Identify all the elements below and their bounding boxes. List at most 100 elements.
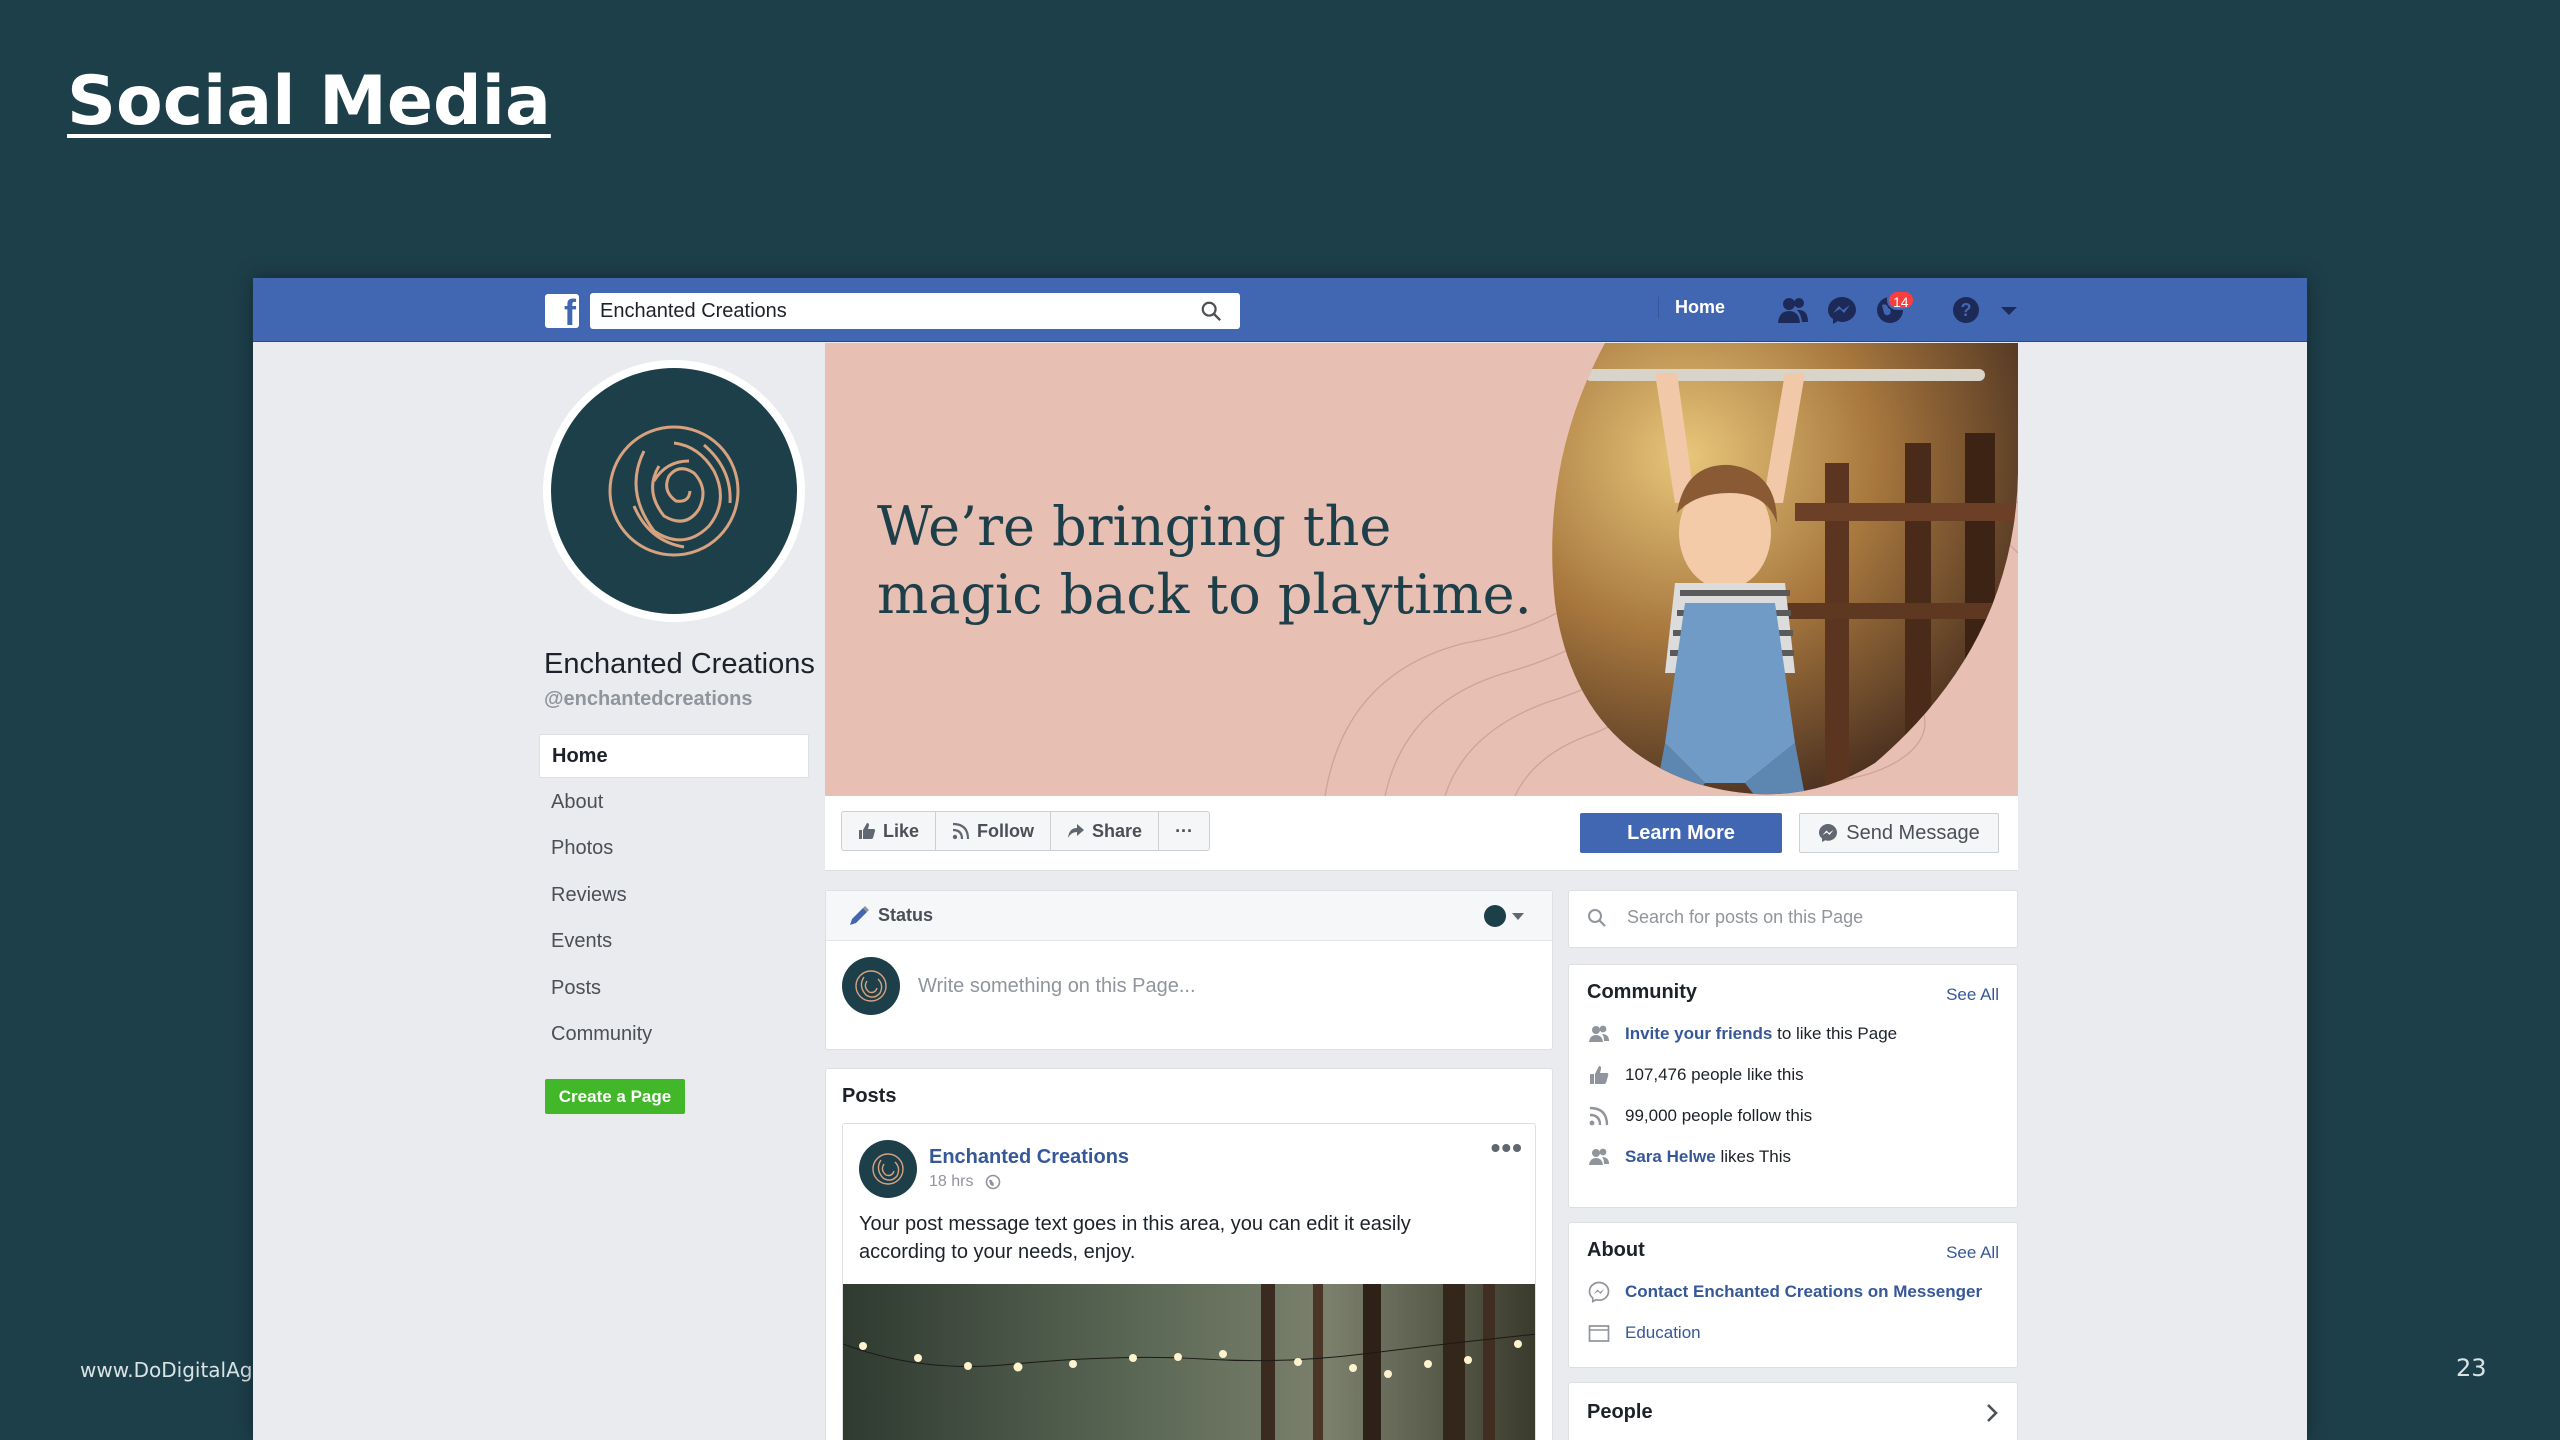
send-message-label: Send Message xyxy=(1846,821,1980,844)
more-actions-button[interactable]: ··· xyxy=(1159,812,1209,850)
facebook-topbar: f Enchanted Creations Home 14 ? xyxy=(253,278,2307,342)
page-action-bar: Like Follow Share ··· Learn More Send Me… xyxy=(825,796,2018,871)
dropdown-arrow-icon[interactable] xyxy=(1998,295,2020,325)
composer-header: Status xyxy=(826,891,1552,941)
child-on-monkey-bars-photo xyxy=(1552,343,2018,795)
forest-string-lights-photo[interactable] xyxy=(843,1284,1536,1440)
nav-item-events[interactable]: Events xyxy=(539,920,809,964)
thumbs-up-icon xyxy=(859,823,876,839)
globe-icon xyxy=(986,1174,1001,1190)
page-number: 23 xyxy=(2456,1354,2487,1382)
invite-friends-link[interactable]: Invite your friends xyxy=(1625,1024,1772,1043)
friend-name-link[interactable]: Sara Helwe xyxy=(1625,1147,1716,1166)
status-composer: Status Write something on this Page... xyxy=(825,890,1553,1050)
cover-tagline-line-1: We’re bringing the xyxy=(877,495,1392,558)
messenger-outline-icon xyxy=(1588,1281,1610,1303)
post-author[interactable]: Enchanted Creations xyxy=(929,1146,1129,1169)
page-post-search[interactable]: Search for posts on this Page xyxy=(1568,890,2018,948)
chevron-down-icon xyxy=(1512,913,1524,920)
help-icon[interactable]: ? xyxy=(1950,295,1982,325)
invite-friends-row: Invite your friends to like this Page xyxy=(1569,1013,2017,1054)
post-search-input[interactable]: Search for posts on this Page xyxy=(1627,907,1863,928)
post-card: Enchanted Creations 18 hrs ••• Your post… xyxy=(842,1123,1536,1440)
thumbs-up-icon xyxy=(1590,1065,1609,1084)
messenger-contact-row: Contact Enchanted Creations on Messenger xyxy=(1569,1271,2017,1312)
people-title: People xyxy=(1587,1401,1653,1423)
cover-tagline-line-2: magic back to playtime. xyxy=(877,563,1532,626)
category-link[interactable]: Education xyxy=(1625,1323,1701,1343)
posts-section: Posts Enchanted Creations 18 hrs ••• You… xyxy=(825,1068,1553,1440)
nav-item-posts[interactable]: Posts xyxy=(539,967,809,1011)
rss-follow-icon xyxy=(952,822,970,840)
swirl-logo-icon xyxy=(855,970,887,1002)
friends-icon xyxy=(1589,1148,1609,1165)
profile-picture[interactable] xyxy=(543,360,805,622)
cover-tagline: We’re bringing the magic back to playtim… xyxy=(877,493,1597,629)
learn-more-button[interactable]: Learn More xyxy=(1580,813,1782,853)
rss-follow-icon xyxy=(1589,1106,1609,1125)
search-input[interactable]: Enchanted Creations xyxy=(590,293,1240,329)
post-time[interactable]: 18 hrs xyxy=(929,1173,973,1191)
about-title: About xyxy=(1587,1239,1645,1261)
friends-icon[interactable] xyxy=(1777,295,1809,325)
cover-photo[interactable]: We’re bringing the magic back to playtim… xyxy=(825,343,2018,796)
post-text: Your post message text goes in this area… xyxy=(859,1213,1411,1263)
page-action-group: Like Follow Share ··· xyxy=(841,811,1211,851)
follows-count-text: 99,000 people follow this xyxy=(1625,1105,1813,1125)
search-icon xyxy=(1588,908,1606,927)
post-header: Enchanted Creations 18 hrs xyxy=(843,1124,1535,1198)
people-section[interactable]: People xyxy=(1568,1382,2018,1440)
friend-likes-row: Sara Helwe likes This xyxy=(1569,1136,2017,1177)
page-handle: @enchantedcreations xyxy=(544,688,753,710)
post-options-button[interactable]: ••• xyxy=(1491,1132,1523,1164)
messenger-icon[interactable] xyxy=(1826,295,1858,325)
composer-body: Write something on this Page... xyxy=(826,941,1552,1031)
like-button[interactable]: Like xyxy=(842,812,937,850)
slide-title: Social Media xyxy=(67,62,551,141)
community-see-all-link[interactable]: See All xyxy=(1946,985,1999,1005)
about-section: About See All Contact Enchanted Creation… xyxy=(1568,1222,2018,1368)
page-nav: Home About Photos Reviews Events Posts C… xyxy=(539,734,809,1060)
page-name: Enchanted Creations xyxy=(544,648,815,680)
post-author-avatar[interactable] xyxy=(859,1140,917,1198)
search-icon[interactable] xyxy=(1200,300,1222,322)
posts-title: Posts xyxy=(842,1085,897,1107)
send-message-button[interactable]: Send Message xyxy=(1799,813,1999,853)
nav-item-community[interactable]: Community xyxy=(539,1013,809,1057)
messenger-contact-link[interactable]: Contact Enchanted Creations on Messenger xyxy=(1625,1282,1982,1302)
audience-selector[interactable] xyxy=(1484,905,1524,927)
nav-item-home[interactable]: Home xyxy=(539,734,809,778)
about-see-all-link[interactable]: See All xyxy=(1946,1243,1999,1263)
likes-count-text: 107,476 people like this xyxy=(1625,1064,1804,1084)
chevron-right-icon[interactable] xyxy=(1985,1402,1999,1424)
pencil-icon xyxy=(850,905,869,925)
avatar xyxy=(842,957,900,1015)
notification-badge: 14 xyxy=(1887,290,1915,310)
topbar-home-link[interactable]: Home xyxy=(1658,297,1725,318)
facebook-logo-icon[interactable]: f xyxy=(545,294,579,328)
invite-friends-text: to like this Page xyxy=(1772,1023,1898,1043)
friends-icon xyxy=(1589,1025,1609,1042)
share-arrow-icon xyxy=(1068,824,1085,838)
community-section: Community See All Invite your friends to… xyxy=(1568,964,2018,1208)
share-button[interactable]: Share xyxy=(1051,812,1160,850)
swirl-logo-icon xyxy=(608,425,740,557)
nav-item-photos[interactable]: Photos xyxy=(539,827,809,871)
composer-input[interactable]: Write something on this Page... xyxy=(918,975,1196,998)
nav-item-reviews[interactable]: Reviews xyxy=(539,874,809,918)
community-title: Community xyxy=(1587,981,1697,1003)
create-page-button[interactable]: Create a Page xyxy=(545,1079,685,1114)
messenger-bubble-icon xyxy=(1819,824,1838,842)
page-avatar-mini xyxy=(1484,905,1506,927)
nav-item-about[interactable]: About xyxy=(539,781,809,825)
category-row: Education xyxy=(1569,1312,2017,1353)
follow-label: Follow xyxy=(977,820,1035,841)
like-label: Like xyxy=(883,820,920,841)
status-tab-label[interactable]: Status xyxy=(878,905,933,926)
follows-count-row: 99,000 people follow this xyxy=(1569,1095,2017,1136)
facebook-page-window: f Enchanted Creations Home 14 ? Enchante… xyxy=(253,278,2307,1440)
follow-button[interactable]: Follow xyxy=(936,812,1052,850)
search-input-value: Enchanted Creations xyxy=(600,300,787,322)
brand-logo-mark xyxy=(551,368,797,614)
svg-text:?: ? xyxy=(1961,300,1972,320)
